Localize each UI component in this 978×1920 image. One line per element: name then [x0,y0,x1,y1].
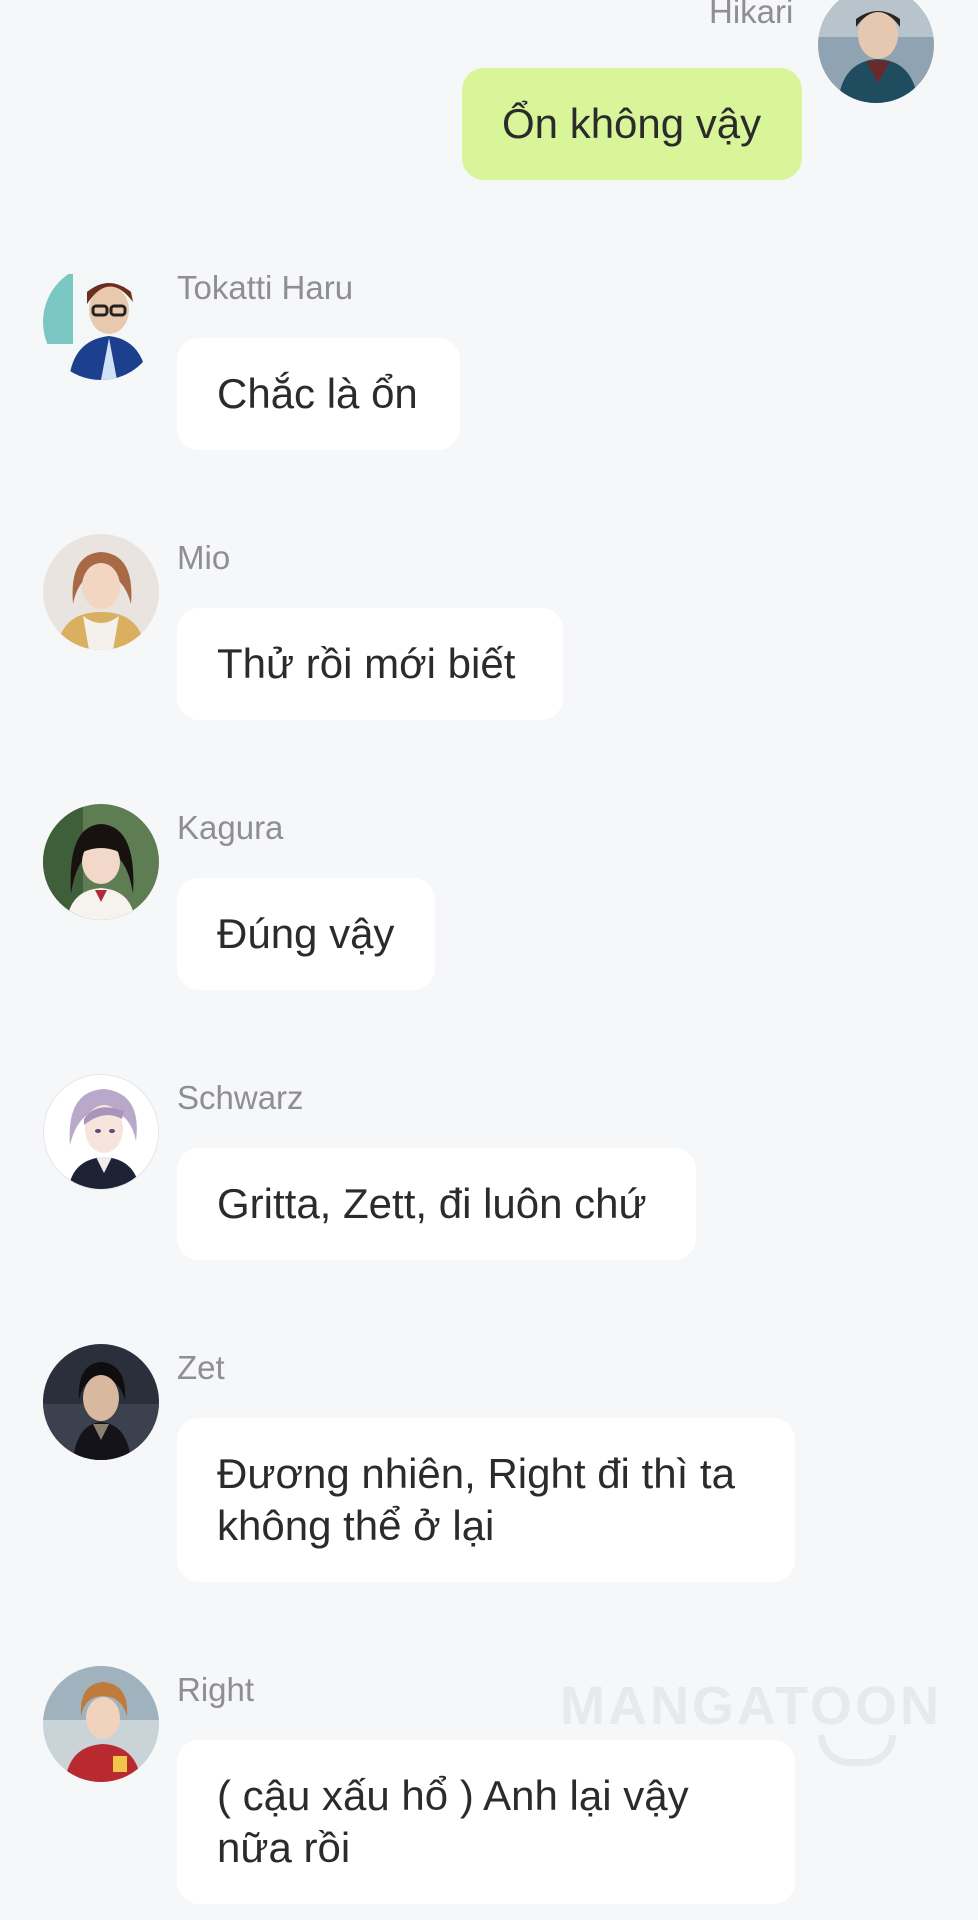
message-bubble[interactable]: Đúng vậy [177,878,435,990]
message-bubble[interactable]: Thử rồi mới biết [177,608,563,720]
sender-name: Kagura [177,809,284,846]
right-avatar-icon[interactable] [43,1666,159,1782]
sender-name: Mio [177,539,231,576]
watermark-smile-icon [818,1735,896,1766]
message-text: Thử rồi mới biết [217,640,516,687]
message-bubble[interactable]: Chắc là ổn [177,338,460,450]
message-text-line: nữa rồi [217,1824,351,1871]
message-text-line: ( cậu xấu hổ ) Anh lại vậy [217,1772,689,1819]
message-bubble[interactable]: Ổn không vậy [462,68,802,180]
sender-name: Tokatti Haru [177,269,354,306]
message-text: Gritta, Zett, đi luôn chứ [217,1180,647,1227]
hikari-avatar-icon[interactable] [818,0,934,103]
zet-avatar-icon[interactable] [43,1344,159,1460]
message-text: Ổn không vậy [502,100,762,147]
mio-avatar-icon[interactable] [43,534,159,650]
message-bubble[interactable]: Đương nhiên, Right đi thì ta không thể ở… [177,1418,795,1582]
message-bubble[interactable]: ( cậu xấu hổ ) Anh lại vậy nữa rồi [177,1740,795,1904]
schwarz-avatar-icon[interactable] [43,1074,159,1190]
sender-name: Hikari [709,0,794,30]
message-text: Chắc là ổn [217,370,418,417]
sender-name: Right [177,1671,255,1708]
sender-name: Zet [177,1349,225,1386]
message-text-line: Đương nhiên, Right đi thì ta [217,1450,735,1497]
tokatti-haru-avatar-icon[interactable] [43,264,159,380]
message-text: Đúng vậy [217,910,395,957]
message-text-line: không thể ở lại [217,1502,495,1549]
watermark-logo: MANGATOON [560,1676,942,1736]
message-bubble[interactable]: Gritta, Zett, đi luôn chứ [177,1148,696,1260]
kagura-avatar-icon[interactable] [43,804,159,920]
sender-name: Schwarz [177,1079,304,1116]
